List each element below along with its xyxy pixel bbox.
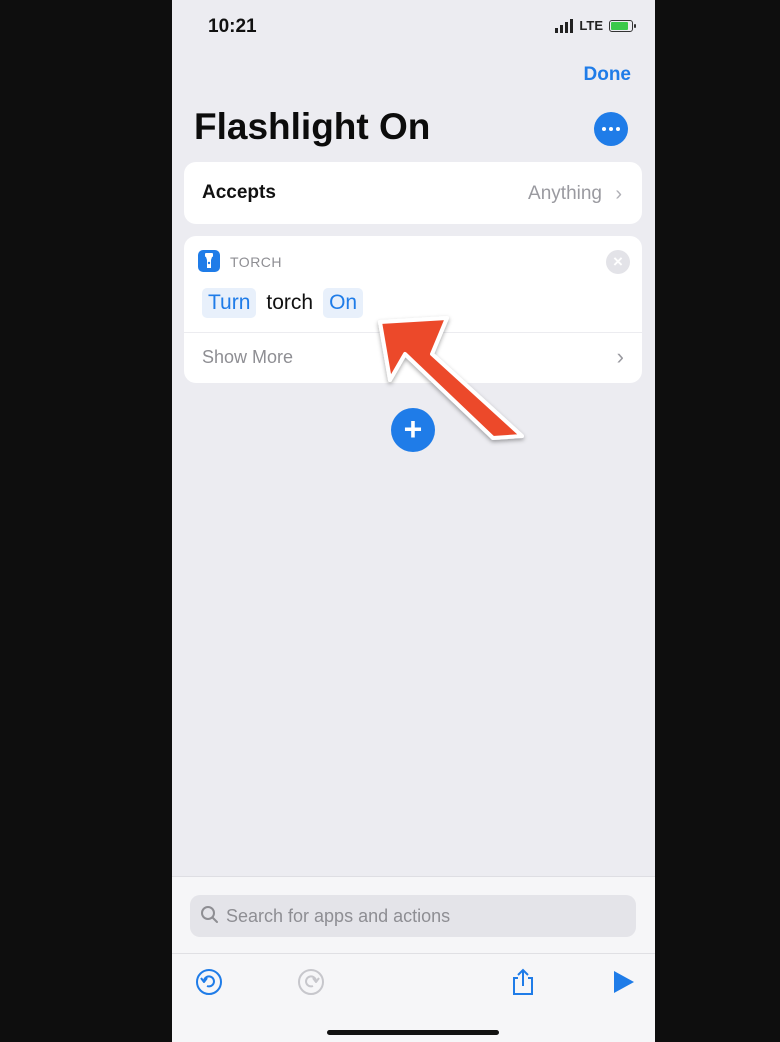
add-action-button[interactable]: + [391,408,435,452]
bottom-panel [172,876,655,1042]
divider [184,332,642,333]
status-bar: 10:21 LTE [172,0,655,52]
phone-screen: 10:21 LTE Done Flashlight On Accepts Any… [172,0,655,1042]
accepts-value: Anything [528,183,602,204]
action-sentence: Turn torch On [202,288,364,318]
show-more-button[interactable]: Show More [202,347,293,368]
search-bar[interactable] [190,895,636,937]
network-type: LTE [579,18,603,33]
share-icon[interactable] [508,967,538,997]
action-object: torch [266,291,314,314]
undo-icon[interactable] [194,967,224,997]
chevron-right-icon: › [616,344,624,369]
battery-icon [609,19,636,32]
signal-icon [555,18,574,33]
divider [172,953,655,954]
search-input[interactable] [226,903,626,929]
turn-parameter[interactable]: Turn [202,288,257,318]
search-icon [201,906,218,923]
home-indicator [327,1030,499,1035]
action-category: TORCH [230,254,283,270]
redo-icon[interactable] [296,967,326,997]
ellipsis-icon[interactable] [594,112,628,146]
state-parameter[interactable]: On [323,288,364,318]
accepts-row[interactable]: Accepts Anything › [184,162,642,224]
accepts-label: Accepts [202,182,276,203]
status-time: 10:21 [208,16,257,37]
play-icon[interactable] [608,967,638,997]
status-indicators: LTE [555,18,636,33]
flashlight-icon [198,250,220,272]
torch-action-card: TORCH × Turn torch On Show More › [184,236,642,383]
page-title: Flashlight On [194,106,431,147]
remove-action-icon[interactable]: × [606,250,630,274]
chevron-right-icon: › [615,183,622,205]
done-button[interactable]: Done [584,64,632,86]
